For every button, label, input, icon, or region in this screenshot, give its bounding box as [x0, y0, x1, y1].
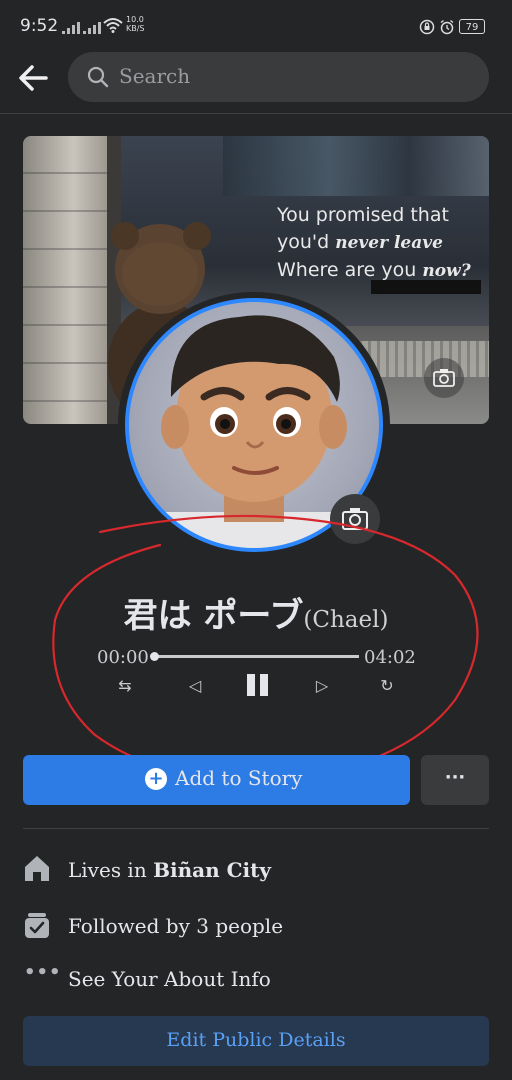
home-icon: [25, 856, 49, 881]
lives-in-label: Lives in: [68, 858, 154, 882]
song-title: 君は ポーブ(Chael): [0, 588, 512, 637]
time-current: 00:00: [97, 647, 149, 668]
cover-quote-line2-prefix: you'd: [277, 231, 336, 253]
progress-track[interactable]: [154, 655, 359, 658]
next-icon[interactable]: ▷: [308, 672, 336, 700]
wifi-icon: [103, 18, 123, 33]
followers-icon: [25, 913, 49, 938]
edit-public-details-label: Edit Public Details: [166, 1029, 346, 1051]
status-bar: 9:52 10.0 KB/S 79: [0, 0, 512, 56]
pause-icon[interactable]: [247, 674, 269, 696]
lives-in-city[interactable]: Biñan City: [153, 858, 271, 882]
net-speed: 10.0 KB/S: [126, 15, 145, 33]
cover-quote-line2: you'd never leave: [277, 229, 471, 257]
battery-icon: 79: [459, 19, 485, 34]
lives-in-row: Lives in Biñan City: [68, 858, 271, 882]
cover-quote-line3-emph: now?: [422, 261, 471, 281]
see-about-info-row[interactable]: See Your About Info: [68, 967, 271, 991]
signal-icon: [62, 20, 84, 34]
song-title-japanese: 君は ポーブ: [123, 596, 304, 636]
vpn-lock-icon: [419, 19, 435, 35]
search-placeholder: Search: [119, 64, 191, 88]
cover-quote-line3-prefix: Where are you: [277, 259, 423, 281]
cover-pillar-tiles: [23, 136, 107, 424]
cover-redaction-bar: [371, 280, 481, 294]
cover-bg-lights: [223, 136, 489, 196]
back-arrow-icon[interactable]: [16, 60, 52, 96]
previous-icon[interactable]: ◁: [181, 672, 209, 700]
net-speed-unit: KB/S: [126, 24, 145, 33]
add-to-story-label: Add to Story: [175, 766, 303, 790]
cover-quote-line2-emph: never leave: [335, 233, 443, 253]
more-dots-icon: •••: [24, 962, 62, 983]
more-options-button[interactable]: ···: [421, 755, 489, 805]
cover-quote-line1: You promised that: [277, 204, 449, 226]
status-time: 9:52: [20, 16, 59, 36]
time-total: 04:02: [364, 647, 416, 668]
progress-thumb[interactable]: [150, 652, 159, 661]
alarm-icon: [440, 19, 454, 35]
song-title-artist: (Chael): [303, 607, 389, 633]
signal-icon-2: [83, 20, 105, 34]
camera-icon: [342, 508, 368, 530]
search-icon: [87, 66, 109, 88]
loop-icon[interactable]: ↻: [373, 672, 401, 700]
cover-quote: You promised that you'd never leave Wher…: [277, 202, 471, 285]
cover-camera-button[interactable]: [424, 358, 464, 398]
repeat-toggle-icon[interactable]: ⇆: [111, 672, 139, 700]
followed-by-row[interactable]: Followed by 3 people: [68, 914, 283, 938]
avatar-camera-button[interactable]: [330, 494, 380, 544]
net-speed-value: 10.0: [126, 15, 144, 24]
plus-icon: +: [145, 768, 167, 790]
camera-icon: [433, 369, 455, 387]
header-divider: [0, 113, 512, 114]
section-divider: [23, 828, 489, 829]
